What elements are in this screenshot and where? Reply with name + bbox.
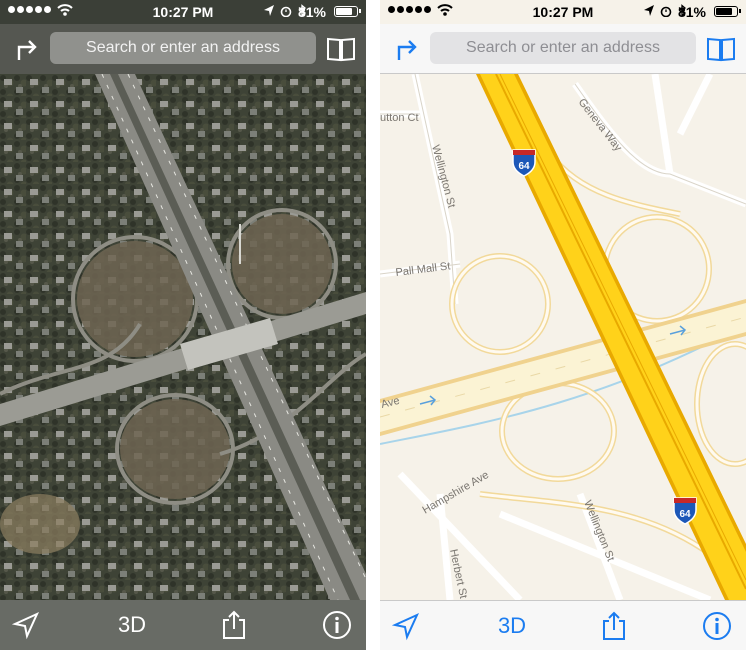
bottom-toolbar: 3D [0,600,366,650]
location-services-icon [644,4,654,16]
screenshot-divider [366,0,380,650]
top-toolbar: Search or enter an address [0,24,366,74]
interstate-number-top: 64 [518,161,530,172]
alarm-clock-icon [280,6,292,17]
book-icon[interactable] [326,36,356,62]
directions-arrow-icon[interactable] [394,36,420,62]
book-icon[interactable] [706,36,736,62]
alarm-clock-icon [660,6,672,17]
battery-percentage: 81% [677,4,706,20]
top-toolbar: Search or enter an address [380,24,746,74]
standard-map[interactable]: 64 64 utton Ct Wellington St Geneva Way … [380,74,746,600]
satellite-imagery [0,74,366,600]
battery-icon [714,6,741,17]
location-arrow-icon[interactable] [392,611,420,641]
battery-percentage: 81% [297,4,326,20]
directions-arrow-icon[interactable] [14,36,40,62]
search-input[interactable]: Search or enter an address [50,32,316,64]
bottom-toolbar: 3D [380,600,746,650]
share-icon[interactable] [600,611,628,641]
battery-icon [334,6,361,17]
interstate-number-bottom: 64 [679,509,691,520]
street-label-sutton-ct: utton Ct [380,112,419,124]
3d-button[interactable]: 3D [490,611,534,641]
map-drawing: 64 64 utton Ct Wellington St Geneva Way … [380,74,746,600]
standard-map-screen: 64 64 utton Ct Wellington St Geneva Way … [380,0,746,650]
search-input[interactable]: Search or enter an address [430,32,696,64]
location-arrow-icon[interactable] [12,610,40,640]
share-icon[interactable] [220,610,248,640]
satellite-view-screen: 10:27 PM 81% Search or enter an address … [0,0,366,650]
location-services-icon [264,4,274,16]
info-icon[interactable] [322,610,352,640]
status-bar: 10:27 PM 81% [380,0,746,24]
info-icon[interactable] [702,611,732,641]
satellite-map[interactable] [0,74,366,600]
status-bar: 10:27 PM 81% [0,0,366,24]
3d-button[interactable]: 3D [110,610,154,640]
